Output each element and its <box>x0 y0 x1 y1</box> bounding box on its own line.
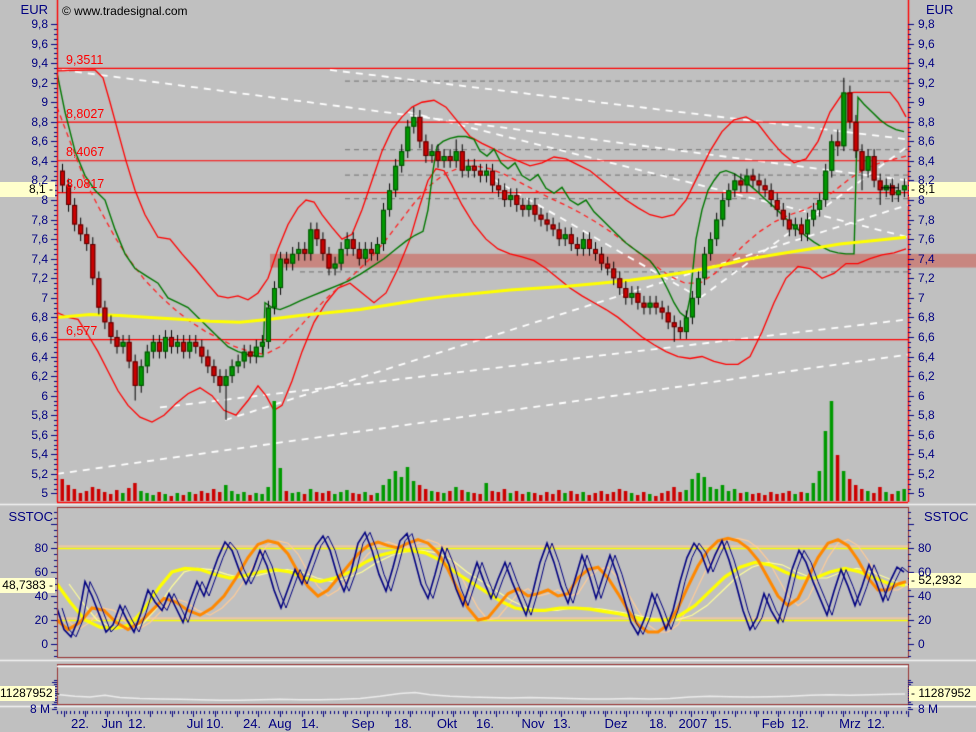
x-axis-label: 14. <box>301 716 319 731</box>
y-axis-tick-label: 8,6 <box>0 134 48 148</box>
sstoc-panel-label-left: SSTOC <box>0 510 53 524</box>
sstoc-tick-label: 20 <box>0 613 48 627</box>
sstoc-tick-label: 0 <box>918 637 925 651</box>
y-axis-tick-label: 5,6 <box>918 428 935 442</box>
y-axis-tick-label: 8 <box>0 193 48 207</box>
x-axis-label: Nov <box>521 716 544 731</box>
y-axis-tick-label: 9 <box>0 95 48 109</box>
y-axis-tick-label: 6,8 <box>0 310 48 324</box>
y-axis-tick-label: 6,6 <box>918 330 935 344</box>
price-line-label: 9,3511 <box>66 53 103 67</box>
y-axis-tick-label: 7,6 <box>0 232 48 246</box>
sstoc-tick-label: 40 <box>918 589 931 603</box>
x-axis-label: 13. <box>553 716 571 731</box>
y-axis-tick-label: 9,2 <box>0 76 48 90</box>
y-axis-tick-label: 8,2 <box>0 173 48 187</box>
y-axis-tick-label: 5 <box>918 486 925 500</box>
y-axis-tick-label: 6,2 <box>0 369 48 383</box>
y-axis-tick-label: 9,6 <box>0 37 48 51</box>
sstoc-tick-label: 20 <box>918 613 931 627</box>
price-line-label: 8,4067 <box>66 145 104 159</box>
y-axis-tick-label: 9,4 <box>0 56 48 70</box>
y-axis-tick-label: 8,8 <box>0 115 48 129</box>
x-axis-label: Dez <box>604 716 627 731</box>
volume-value-box-left: 11287952 <box>0 686 55 701</box>
sstoc-tick-label: 60 <box>918 565 931 579</box>
sstoc-tick-label: 0 <box>0 637 48 651</box>
y-axis-tick-label: 6 <box>918 389 925 403</box>
y-axis-tick-label: 7,4 <box>918 252 935 266</box>
chart-canvas[interactable] <box>0 0 976 732</box>
tradesignal-chart-window: © www.tradesignal.com EUR EUR SSTOC SSTO… <box>0 0 976 732</box>
y-axis-tick-label: 9,4 <box>918 56 935 70</box>
y-axis-tick-label: 6 <box>0 389 48 403</box>
volume-scale-label-left: 8 M <box>0 702 50 716</box>
y-axis-tick-label: 5,8 <box>0 408 48 422</box>
y-axis-tick-label: 5,4 <box>0 447 48 461</box>
y-axis-tick-label: 5,8 <box>918 408 935 422</box>
x-axis-label: Okt <box>437 716 457 731</box>
x-axis-label: 2007 <box>679 716 708 731</box>
x-axis-label: 15. <box>714 716 732 731</box>
y-axis-tick-label: 7 <box>918 291 925 305</box>
y-axis-tick-label: 8,8 <box>918 115 935 129</box>
y-axis-tick-label: 6,2 <box>918 369 935 383</box>
y-axis-tick-label: 9,8 <box>918 17 935 31</box>
x-axis-label: Jun <box>102 716 123 731</box>
y-axis-tick-label: 7,4 <box>0 252 48 266</box>
y-axis-tick-label: 8,4 <box>0 154 48 168</box>
sstoc-tick-label: 40 <box>0 589 48 603</box>
y-axis-tick-label: 9,2 <box>918 76 935 90</box>
y-axis-tick-label: 9 <box>918 95 925 109</box>
copyright-text: © www.tradesignal.com <box>62 4 188 18</box>
y-axis-tick-label: 7 <box>0 291 48 305</box>
y-axis-tick-label: 9,8 <box>0 17 48 31</box>
unit-label-right: EUR <box>926 3 953 17</box>
volume-value-box-right: 11287952 <box>909 686 976 701</box>
sstoc-tick-label: 80 <box>0 541 48 555</box>
y-axis-tick-label: 6,8 <box>918 310 935 324</box>
x-axis-label: Feb <box>762 716 784 731</box>
price-line-label: 8,0817 <box>66 177 104 191</box>
y-axis-tick-label: 7,6 <box>918 232 935 246</box>
x-axis-label: Sep <box>351 716 374 731</box>
x-axis-label: 22. <box>71 716 89 731</box>
price-line-label: 6,577 <box>66 324 97 338</box>
y-axis-tick-label: 7,2 <box>0 271 48 285</box>
y-axis-tick-label: 8,2 <box>918 173 935 187</box>
y-axis-tick-label: 5 <box>0 486 48 500</box>
x-axis-label: 12. <box>867 716 885 731</box>
y-axis-tick-label: 8,6 <box>918 134 935 148</box>
x-axis-label: Mrz <box>839 716 861 731</box>
price-line-label: 8,8027 <box>66 107 104 121</box>
y-axis-tick-label: 7,8 <box>0 213 48 227</box>
y-axis-tick-label: 5,2 <box>918 467 935 481</box>
sstoc-tick-label: 80 <box>918 541 931 555</box>
x-axis-label: 10. <box>206 716 224 731</box>
y-axis-tick-label: 6,4 <box>0 350 48 364</box>
y-axis-tick-label: 9,6 <box>918 37 935 51</box>
y-axis-tick-label: 6,4 <box>918 350 935 364</box>
x-axis-label: Aug <box>268 716 291 731</box>
x-axis-label: 12. <box>128 716 146 731</box>
unit-label-left: EUR <box>0 3 48 17</box>
x-axis-label: 12. <box>791 716 809 731</box>
x-axis-label: 18. <box>394 716 412 731</box>
y-axis-tick-label: 8,4 <box>918 154 935 168</box>
x-axis-label: Jul <box>187 716 204 731</box>
x-axis-label: 24. <box>243 716 261 731</box>
y-axis-tick-label: 5,4 <box>918 447 935 461</box>
volume-scale-label-right: 8 M <box>918 702 938 716</box>
y-axis-tick-label: 8 <box>918 193 925 207</box>
y-axis-tick-label: 5,2 <box>0 467 48 481</box>
y-axis-tick-label: 7,8 <box>918 213 935 227</box>
y-axis-tick-label: 7,2 <box>918 271 935 285</box>
sstoc-panel-label-right: SSTOC <box>924 510 969 524</box>
x-axis-label: 18. <box>649 716 667 731</box>
y-axis-tick-label: 6,6 <box>0 330 48 344</box>
x-axis-label: 16. <box>476 716 494 731</box>
y-axis-tick-label: 5,6 <box>0 428 48 442</box>
sstoc-tick-label: 60 <box>0 565 48 579</box>
